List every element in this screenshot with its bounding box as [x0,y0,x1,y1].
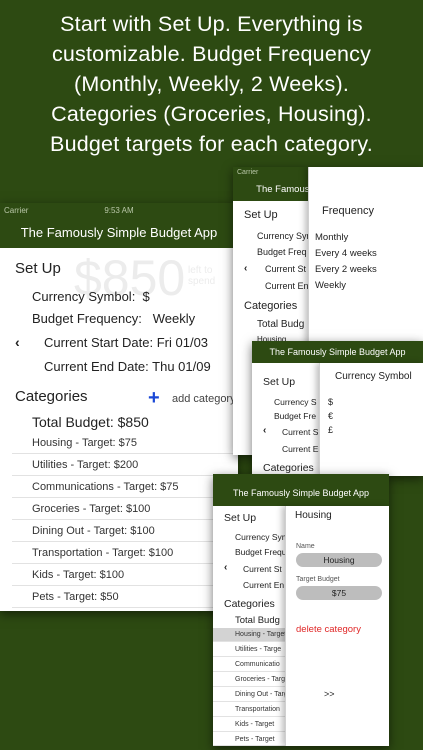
more-button[interactable]: >> [324,689,335,699]
app-title: The Famously Simple Budget App [269,347,406,357]
frequency-label: Budget Freq [257,247,307,257]
setup-header: Set Up [15,260,61,277]
categories-header: Categories [15,388,88,405]
category-row[interactable]: Pets - Target [213,733,285,746]
currency-option[interactable]: £ [328,425,333,435]
currency-label: Currency Sym [235,532,289,542]
frequency-option[interactable]: Weekly [315,280,346,291]
frequency-value: Weekly [152,311,196,326]
banner-line: customizable. Budget Frequency [51,42,372,66]
currency-option[interactable]: $ [328,397,333,407]
add-category-plus-icon[interactable]: + [148,387,160,410]
category-row[interactable]: Groceries - Targ [213,673,285,687]
phone-currency-screen: The Famously Simple Budget App Set Up Cu… [252,341,423,476]
phone-edit-category-screen: The Famously Simple Budget App Set Up Cu… [213,474,389,746]
promo-banner: Start with Set Up. Everything is customi… [0,0,423,165]
category-row[interactable]: Transportation [213,703,285,717]
previous-period-chevron[interactable]: ‹ [224,562,227,573]
frequency-panel-title: Frequency [322,205,374,217]
end-date-label: Current End [265,281,314,291]
total-budget-value: $850 [117,414,149,430]
total-budget-label: Total Budg [257,319,305,330]
total-budget-label: Total Budget: [32,414,114,430]
setup-header: Set Up [244,209,278,221]
add-category-label[interactable]: add category [172,393,236,405]
frequency-row[interactable]: Budget Frequency: Weekly [32,311,195,326]
end-date-label: Current En [282,444,324,454]
end-date-label: Current En [243,580,285,590]
ghost-left-label: left to spend [188,265,216,287]
category-row[interactable]: Communications - Target: $75 [12,477,238,498]
delete-category-link[interactable]: delete category [296,624,361,635]
category-row[interactable]: Communicatio [213,658,285,672]
category-row[interactable]: Pets - Target: $50 [12,587,238,608]
banner-line: Start with Set Up. Everything is [60,12,363,36]
start-date-label: Current St [265,264,307,274]
frequency-label: Budget Frequ [235,547,287,557]
start-date-label: Current S [282,427,319,437]
app-title-bar: The Famously Simple Budget App [252,341,423,363]
frequency-label: Budget Fre [274,411,317,421]
app-title: The Famously Simple Budget App [232,488,370,498]
category-row[interactable]: Utilities - Targe [213,643,285,657]
currency-panel-title: Currency Symbol [335,371,412,382]
categories-header: Categories [244,300,298,312]
frequency-option[interactable]: Every 4 weeks [315,248,377,259]
target-input[interactable]: $75 [296,586,382,600]
frequency-option[interactable]: Monthly [315,232,348,243]
total-budget-label: Total Budg [235,615,280,626]
name-input[interactable]: Housing [296,553,382,567]
status-bar: Carrier 9:53 AM [0,203,238,217]
frequency-label: Budget Frequency: [32,311,142,326]
banner-line: (Monthly, Weekly, 2 Weeks). [73,72,350,96]
frequency-option[interactable]: Every 2 weeks [315,264,377,275]
currency-panel: Currency Symbol $ € £ [319,363,423,476]
setup-header: Set Up [263,376,296,388]
banner-line: Categories (Groceries, Housing). [51,102,372,126]
category-row[interactable]: Housing - Target: $75 [12,433,238,454]
category-row[interactable]: Transportation - Target: $100 [12,543,238,564]
category-row[interactable]: Kids - Target: $100 [12,565,238,586]
name-field-label: Name [296,543,315,550]
app-title: The Famously Simple Budget App [20,225,218,240]
previous-period-chevron[interactable]: ‹ [263,425,266,436]
total-budget-row: Total Budget: $850 [32,414,149,430]
app-title-bar: The Famously Simple Budget App [213,474,389,506]
start-date-label: Current St [243,564,282,574]
category-row[interactable]: Kids - Target [213,718,285,732]
categories-header: Categories [263,462,314,474]
category-row[interactable]: Housing - Target [213,628,286,642]
end-date-row: Current End Date: Thu 01/09 [44,359,211,374]
start-date-label: Current Start Date: [44,335,154,350]
app-title-bar: The Famously Simple Budget App [0,217,238,248]
categories-header: Categories [224,598,275,610]
currency-option[interactable]: € [328,411,333,421]
currency-label: Currency Symbol: [32,289,136,304]
phone-setup-screen: Carrier 9:53 AM The Famously Simple Budg… [0,203,238,611]
currency-value: $ [142,289,150,304]
start-date-value: Fri 01/03 [156,335,209,350]
target-field-label: Target Budget [296,576,340,583]
clock: 9:53 AM [104,206,134,215]
setup-header: Set Up [224,512,257,524]
start-date-row: Current Start Date: Fri 01/03 [44,335,208,350]
category-row[interactable]: Groceries - Target: $100 [12,499,238,520]
previous-period-chevron[interactable]: ‹ [244,263,247,274]
category-row[interactable]: Dining Out - Targ [213,688,288,702]
end-date-label: Current End Date: [44,359,149,374]
banner-line: Budget targets for each category. [50,132,373,156]
category-row[interactable]: Dining Out - Target: $100 [12,521,238,542]
previous-period-chevron[interactable]: ‹ [15,334,20,350]
currency-row[interactable]: Currency Symbol: $ [32,289,150,304]
currency-label: Currency S [274,397,317,407]
category-row[interactable]: Utilities - Target: $200 [12,455,238,476]
edit-panel-title: Housing [295,510,332,521]
edit-category-panel: Housing Name Housing Target Budget $75 d… [285,506,389,746]
end-date-value: Thu 01/09 [152,359,211,374]
